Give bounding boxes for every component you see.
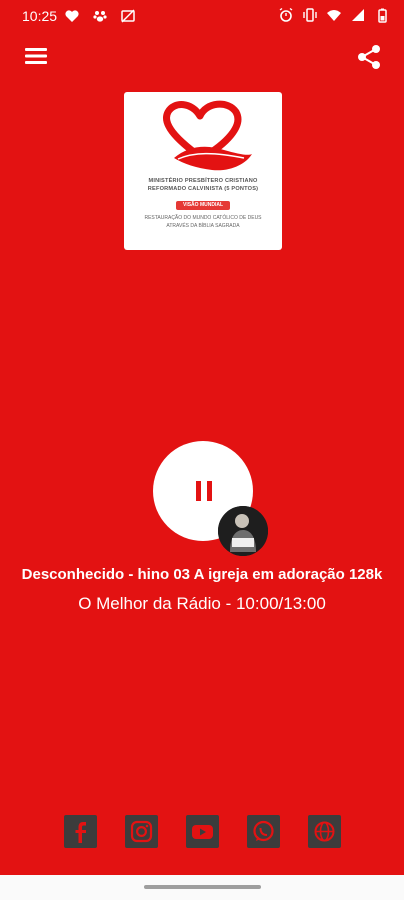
paw-icon (93, 11, 107, 22)
battery-icon (378, 8, 387, 23)
heart-logo-icon (163, 100, 252, 171)
instagram-icon[interactable] (125, 815, 158, 848)
track-title: Desconhecido - hino 03 A igreja em adora… (21, 566, 383, 583)
globe-icon[interactable] (308, 815, 341, 848)
hamburger-menu-icon[interactable] (24, 44, 48, 68)
whatsapp-icon[interactable] (247, 815, 280, 848)
cast-off-icon (121, 9, 135, 23)
social-links (64, 815, 344, 849)
artist-avatar (218, 506, 268, 556)
logo-badge: VISÃO MUNDIAL (176, 201, 230, 210)
station-logo: MINISTÉRIO PRESBÍTERO CRISTIANO REFORMAD… (124, 92, 282, 250)
logo-text-line2: REFORMADO CALVINISTA (5 PONTOS) (147, 186, 259, 192)
logo-text-line1: MINISTÉRIO PRESBÍTERO CRISTIANO (148, 178, 258, 184)
facebook-icon[interactable] (64, 815, 97, 848)
status-bar: 10:25 (0, 0, 404, 32)
program-schedule: O Melhor da Rádio - 10:00/13:00 (78, 594, 326, 613)
pause-icon (195, 481, 213, 501)
signal-icon (352, 9, 364, 21)
home-gesture-pill[interactable] (144, 885, 261, 889)
vibrate-icon (303, 8, 317, 22)
status-time: 10:25 (22, 8, 58, 24)
youtube-icon[interactable] (186, 815, 219, 848)
radio-player-screen: 10:25 MINISTÉRIO PRESBÍTERO CRISTIANO RE… (0, 0, 404, 900)
logo-text-line3: RESTAURAÇÃO DO MUNDO CATÓLICO DE DEUS (144, 215, 262, 221)
system-navigation-bar (0, 875, 404, 900)
wifi-icon (327, 10, 341, 21)
logo-text-line4: ATRAVÉS DA BÍBLIA SAGRADA (166, 223, 240, 229)
status-left-icons (64, 8, 136, 24)
share-icon[interactable] (356, 44, 382, 70)
alarm-icon (279, 7, 293, 22)
status-right-icons (278, 7, 390, 23)
heart-icon (65, 10, 79, 22)
